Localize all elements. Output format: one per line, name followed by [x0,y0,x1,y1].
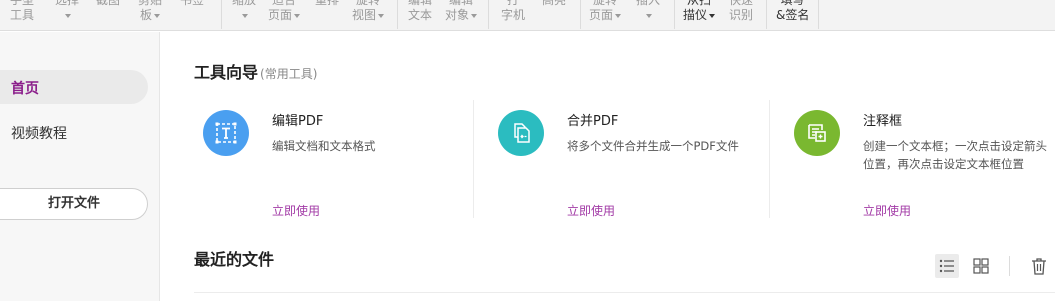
rotate-view-label-2: 视图 [352,8,385,23]
open-file-label: 打开文件 [47,196,100,211]
trash-icon [1032,258,1046,275]
rotate-view-label: 旋转 [356,0,381,7]
fill-sign-label: 填写 [780,0,805,7]
recent-files-divider [194,292,1055,293]
tool-card-edit-pdf[interactable]: 编辑PDF 编辑文档和文本格式 立即使用 [203,100,498,220]
insert-label: 插入 [636,0,661,7]
fill-sign-label-2: &签名 [776,8,810,22]
sidebar-item-home-label: 首页 [11,81,39,97]
reflow-label: 重排 [315,0,340,7]
sidebar-item-video-label: 视频教程 [11,126,67,142]
reflow-button[interactable]: 重排 [315,0,339,8]
grid-view-button[interactable] [969,254,993,278]
tools-section-title: 工具向导 (常用工具) [194,59,317,83]
tool-card-merge-pdf[interactable]: 合并PDF 将多个文件合并生成一个PDF文件 立即使用 [498,100,793,220]
rotate-page-button[interactable]: 旋转 页面 [589,0,622,23]
hand-tool-label: 手型 [10,0,35,7]
select-button[interactable]: 选择 [55,0,79,23]
toolbar-divider [221,0,222,29]
bookmark-label: 书签 [180,0,205,7]
clipboard-label-2: 板 [138,8,162,23]
card-title: 合并PDF [567,114,619,129]
quick-ocr-label: 快速 [729,0,754,7]
clipboard-button[interactable]: 剪贴 板 [138,0,162,23]
fit-page-button[interactable]: 适合 页面 [268,0,301,23]
clipboard-label: 剪贴 [138,0,163,7]
hand-tool-button[interactable]: 手型 工具 [10,0,34,23]
rotate-page-label-2: 页面 [589,8,622,23]
view-toolbar-divider [1009,256,1010,276]
grid-view-icon [973,258,989,274]
typewriter-label-2: 字机 [501,8,526,22]
fill-sign-button[interactable]: 填写 &签名 [776,0,809,23]
quick-ocr-button[interactable]: 快速 识别 [729,0,753,23]
zoom-caret [232,8,256,23]
rotate-page-label: 旋转 [593,0,618,7]
toolbar-divider [674,0,675,29]
use-now-link[interactable]: 立即使用 [567,202,615,219]
open-file-button[interactable]: 打开文件 [0,188,148,220]
zoom-button[interactable]: 缩放 [232,0,256,23]
typewriter-button[interactable]: 打 字机 [501,0,525,23]
edit-text-label: 编辑 [408,0,433,7]
scan-label: 从扫 [687,0,712,7]
edit-text-label-2: 文本 [408,8,433,22]
fit-page-label: 适合 [272,0,297,7]
select-caret [55,8,79,23]
use-now-link[interactable]: 立即使用 [272,202,320,219]
recent-files-title: 最近的文件 [194,250,275,269]
toolbar-divider [766,0,767,29]
zoom-label: 缩放 [232,0,257,7]
card-description: 编辑文档和文本格式 [272,139,376,153]
tools-title-text: 工具向导 [194,63,259,82]
screenshot-label: 截图 [96,0,121,7]
toolbar-divider [818,0,819,29]
insert-caret [636,8,660,23]
list-view-icon [939,259,954,273]
sidebar-item-video-tutorial[interactable]: 视频教程 [11,123,67,143]
quick-ocr-label-2: 识别 [729,8,754,22]
use-now-link[interactable]: 立即使用 [863,202,911,219]
rotate-view-button[interactable]: 旋转 视图 [352,0,385,23]
card-description: 创建一个文本框；一次点击设定箭头位置，再次点击设定文本框位置 [863,139,1047,171]
fit-page-label-2: 页面 [268,8,301,23]
screenshot-button[interactable]: 截图 [96,0,120,8]
toolbar-divider [488,0,489,29]
tools-subtitle: (常用工具) [260,67,318,81]
typewriter-label: 打 [507,0,520,7]
toolbar-divider [397,0,398,29]
delete-button[interactable] [1027,254,1051,278]
insert-button[interactable]: 插入 [636,0,660,23]
bookmark-button[interactable]: 书签 [180,0,204,8]
sidebar-item-home[interactable]: 首页 [0,70,148,104]
list-view-button[interactable] [935,254,959,278]
edit-pdf-icon [203,110,249,156]
edit-object-label-2: 对象 [445,8,478,23]
sidebar: 首页 视频教程 打开文件 [0,32,160,301]
card-title: 注释框 [863,114,903,129]
card-description: 将多个文件合并生成一个PDF文件 [567,139,739,153]
scan-label-2: 描仪 [683,8,716,23]
hand-tool-label-2: 工具 [10,8,35,22]
card-divider [769,100,770,218]
highlight-button[interactable]: 高亮 [542,0,566,8]
edit-object-label: 编辑 [449,0,474,7]
edit-text-button[interactable]: 编辑 文本 [408,0,432,23]
toolbar-divider [580,0,581,29]
toolbar: 手型 工具 选择 截图 剪贴 板 书签 缩放 适合 页面 重排 旋转 视图 编辑… [0,0,1055,31]
edit-object-button[interactable]: 编辑 对象 [445,0,478,23]
comment-box-icon [794,110,840,156]
card-title: 编辑PDF [272,114,324,129]
scan-button[interactable]: 从扫 描仪 [683,0,716,23]
select-label: 选择 [55,0,80,7]
tool-card-comment-box[interactable]: 注释框 创建一个文本框；一次点击设定箭头位置，再次点击设定文本框位置 立即使用 [794,100,1055,220]
card-divider [473,100,474,218]
highlight-label: 高亮 [542,0,567,7]
merge-pdf-icon [498,110,544,156]
